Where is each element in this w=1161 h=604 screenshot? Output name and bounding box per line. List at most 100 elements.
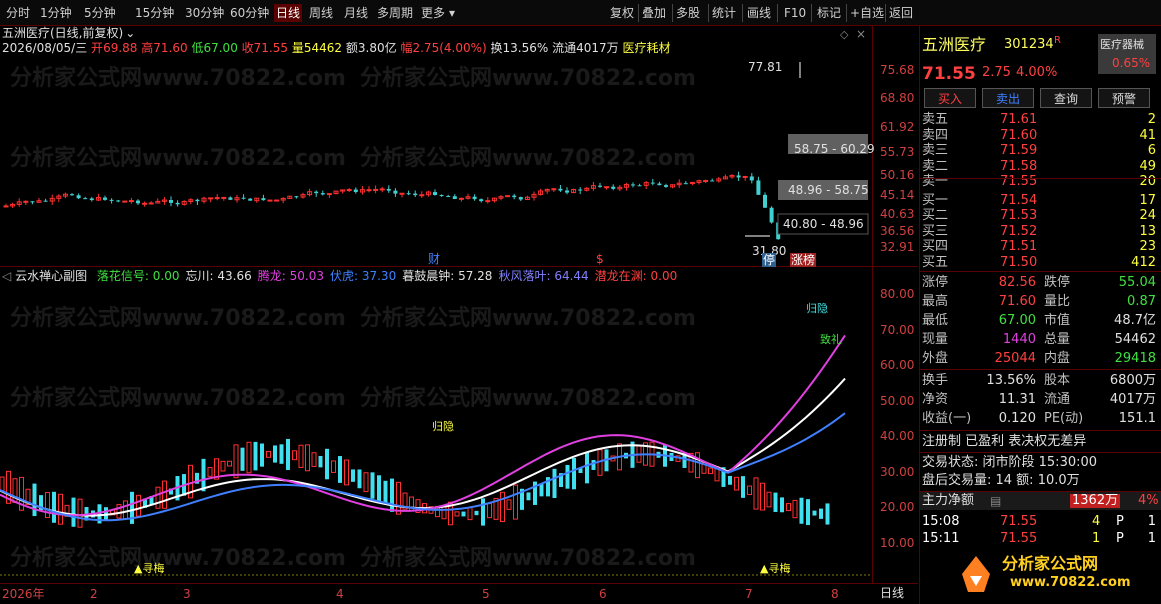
bid-row[interactable]: 买四 71.51 23 <box>922 239 1158 255</box>
chevron-down-icon[interactable]: ⌄ <box>125 26 135 40</box>
draw-line-button[interactable]: 画线 <box>747 4 771 22</box>
last-price: 71.55 <box>922 64 976 84</box>
sub-chart-title: 云水禅心副图 <box>15 269 88 283</box>
stat-row: 最高 71.60 量比 0.87 <box>922 294 1156 309</box>
chevron-down-icon[interactable]: ▾ <box>449 4 455 22</box>
tab-60min[interactable]: 60分钟 <box>230 4 269 22</box>
suspend-marker[interactable]: 停 <box>762 253 777 267</box>
signal-label: ▲寻梅 <box>760 562 791 575</box>
ask-row[interactable]: 卖三 71.59 6 <box>922 143 1158 159</box>
close-icon[interactable]: × <box>856 27 866 41</box>
f10-button[interactable]: F10 <box>784 4 806 22</box>
fox-logo-icon <box>962 556 990 592</box>
main-chart-title: 五洲医疗(日线,前复权) ⌄ <box>2 26 136 40</box>
y-tick: 30.00 <box>880 465 915 479</box>
stat-row: 收益(一) 0.120 PE(动) 151.1 <box>922 411 1156 426</box>
tab-15min[interactable]: 15分钟 <box>135 4 174 22</box>
y-tick: 50.00 <box>880 394 915 408</box>
stat-row: 外盘 25044 内盘 29418 <box>922 351 1156 366</box>
bid-row[interactable]: 买三 71.52 13 <box>922 224 1158 240</box>
top-list-marker[interactable]: 涨榜 <box>790 253 817 267</box>
tab-5min[interactable]: 5分钟 <box>84 4 116 22</box>
chart-options-icon[interactable]: ◇ <box>840 28 848 42</box>
signal-label: ▲寻梅 <box>134 562 165 575</box>
bid-row[interactable]: 买一 71.54 17 <box>922 193 1158 209</box>
candlestick-chart[interactable] <box>0 56 872 266</box>
stat-row: 最低 67.00 市值 48.7亿 <box>922 313 1156 328</box>
y-tick: 32.91 <box>880 240 915 254</box>
y-tick: 61.92 <box>880 120 915 134</box>
sector-box[interactable]: 医疗器械 0.65% <box>1098 34 1156 74</box>
x-axis: 2026年 2 3 4 5 6 7 8 <box>2 587 839 601</box>
high-price-label: 77.81 <box>748 60 783 74</box>
bid-row[interactable]: 买二 71.53 24 <box>922 208 1158 224</box>
stat-row: 现量 1440 总量 54462 <box>922 332 1156 347</box>
buy-button[interactable]: 买入 <box>924 88 976 108</box>
tab-30min[interactable]: 30分钟 <box>185 4 224 22</box>
axis-divider <box>872 26 873 584</box>
price-change: 2.75 <box>982 65 1011 80</box>
main-flow-row[interactable]: 主力净额 ▤ 1362万 4% <box>920 492 1161 510</box>
ohlc-info-line: 2026/08/05/三 开69.88 高71.60 低67.00 收71.55… <box>2 41 671 55</box>
tab-weekly[interactable]: 周线 <box>309 4 333 22</box>
y-tick: 10.00 <box>880 536 915 550</box>
tick-row: 15:11 71.55 1 P 1 <box>922 531 1156 546</box>
restore-rights-button[interactable]: 复权 <box>610 4 634 22</box>
y-tick: 40.63 <box>880 207 915 221</box>
legend-item: 落花信号: 0.00 <box>96 269 180 283</box>
tick-row: 15:08 71.55 4 P 1 <box>922 514 1156 529</box>
ask-row[interactable]: 卖四 71.60 41 <box>922 128 1158 144</box>
brand-banner: 分析家公式网 www.70822.com <box>920 546 1161 604</box>
stock-name: 五洲医疗 <box>922 35 987 54</box>
registration-note: 注册制 已盈利 表决权无差异 <box>922 434 1087 449</box>
tab-multi-period[interactable]: 多周期 <box>377 4 413 22</box>
chip-range-label: 58.75 - 60.29 <box>794 142 875 156</box>
back-button[interactable]: 返回 <box>889 4 913 22</box>
y-tick: 75.68 <box>880 63 915 77</box>
period-label[interactable]: 日线 <box>880 586 904 600</box>
legend-item: 忘川: 43.66 <box>185 269 252 283</box>
ask-row[interactable]: 卖一 71.55 20 <box>922 174 1158 190</box>
stat-row: 净资 11.31 流通 4017万 <box>922 392 1156 407</box>
tab-monthly[interactable]: 月线 <box>344 4 368 22</box>
y-tick: 55.73 <box>880 145 915 159</box>
tab-1min[interactable]: 1分钟 <box>40 4 72 22</box>
tab-minute[interactable]: 分时 <box>6 4 30 22</box>
signal-label: 归隐 <box>432 420 454 433</box>
collapse-icon[interactable]: ◁ <box>2 269 11 283</box>
y-tick: 45.14 <box>880 188 915 202</box>
after-hours-volume: 盘后交易量: 14 额: 10.0万 <box>922 473 1080 488</box>
sub-chart-legend: ◁ 云水禅心副图 落花信号: 0.00 忘川: 43.66 腾龙: 50.03 伏虎:… <box>2 269 677 283</box>
y-tick: 80.00 <box>880 287 915 301</box>
list-icon: ▤ <box>990 494 1002 508</box>
stat-row: 换手 13.56% 股本 6800万 <box>922 373 1156 388</box>
ask-row[interactable]: 卖二 71.58 49 <box>922 159 1158 175</box>
ask-row[interactable]: 卖五 71.61 2 <box>922 112 1158 128</box>
dividend-marker[interactable]: $ <box>596 252 604 266</box>
y-tick: 20.00 <box>880 500 915 514</box>
alert-button[interactable]: 预警 <box>1098 88 1150 108</box>
y-tick: 70.00 <box>880 323 915 337</box>
finance-marker[interactable]: 财 <box>428 252 440 266</box>
legend-item: 暮鼓晨钟: 57.28 <box>402 269 493 283</box>
tab-more[interactable]: 更多 <box>421 4 445 22</box>
query-button[interactable]: 查询 <box>1040 88 1092 108</box>
tab-daily[interactable]: 日线 <box>274 4 303 22</box>
multi-stock-button[interactable]: 多股 <box>676 4 700 22</box>
statistics-button[interactable]: 统计 <box>712 4 736 22</box>
bid-row[interactable]: 买五 71.50 412 <box>922 255 1158 271</box>
add-watchlist-button[interactable]: +自选 <box>850 4 884 22</box>
period-toolbar: 分时 1分钟 5分钟 15分钟 30分钟 60分钟 日线 周线 月线 多周期 更… <box>0 0 1161 26</box>
legend-item: 伏虎: 37.30 <box>329 269 397 283</box>
stock-code: 301234 <box>1004 37 1054 52</box>
chip-range-label: 48.96 - 58.75 <box>788 183 869 197</box>
sell-button[interactable]: 卖出 <box>982 88 1034 108</box>
y-tick: 36.56 <box>880 224 915 238</box>
y-tick: 50.16 <box>880 168 915 182</box>
signal-label: 归隐 <box>806 302 828 315</box>
legend-item: 腾龙: 50.03 <box>257 269 324 283</box>
mark-button[interactable]: 标记 <box>817 4 841 22</box>
stat-row: 涨停 82.56 跌停 55.04 <box>922 275 1156 290</box>
overlay-button[interactable]: 叠加 <box>642 4 666 22</box>
legend-item: 潜龙在渊: 0.00 <box>594 269 678 283</box>
